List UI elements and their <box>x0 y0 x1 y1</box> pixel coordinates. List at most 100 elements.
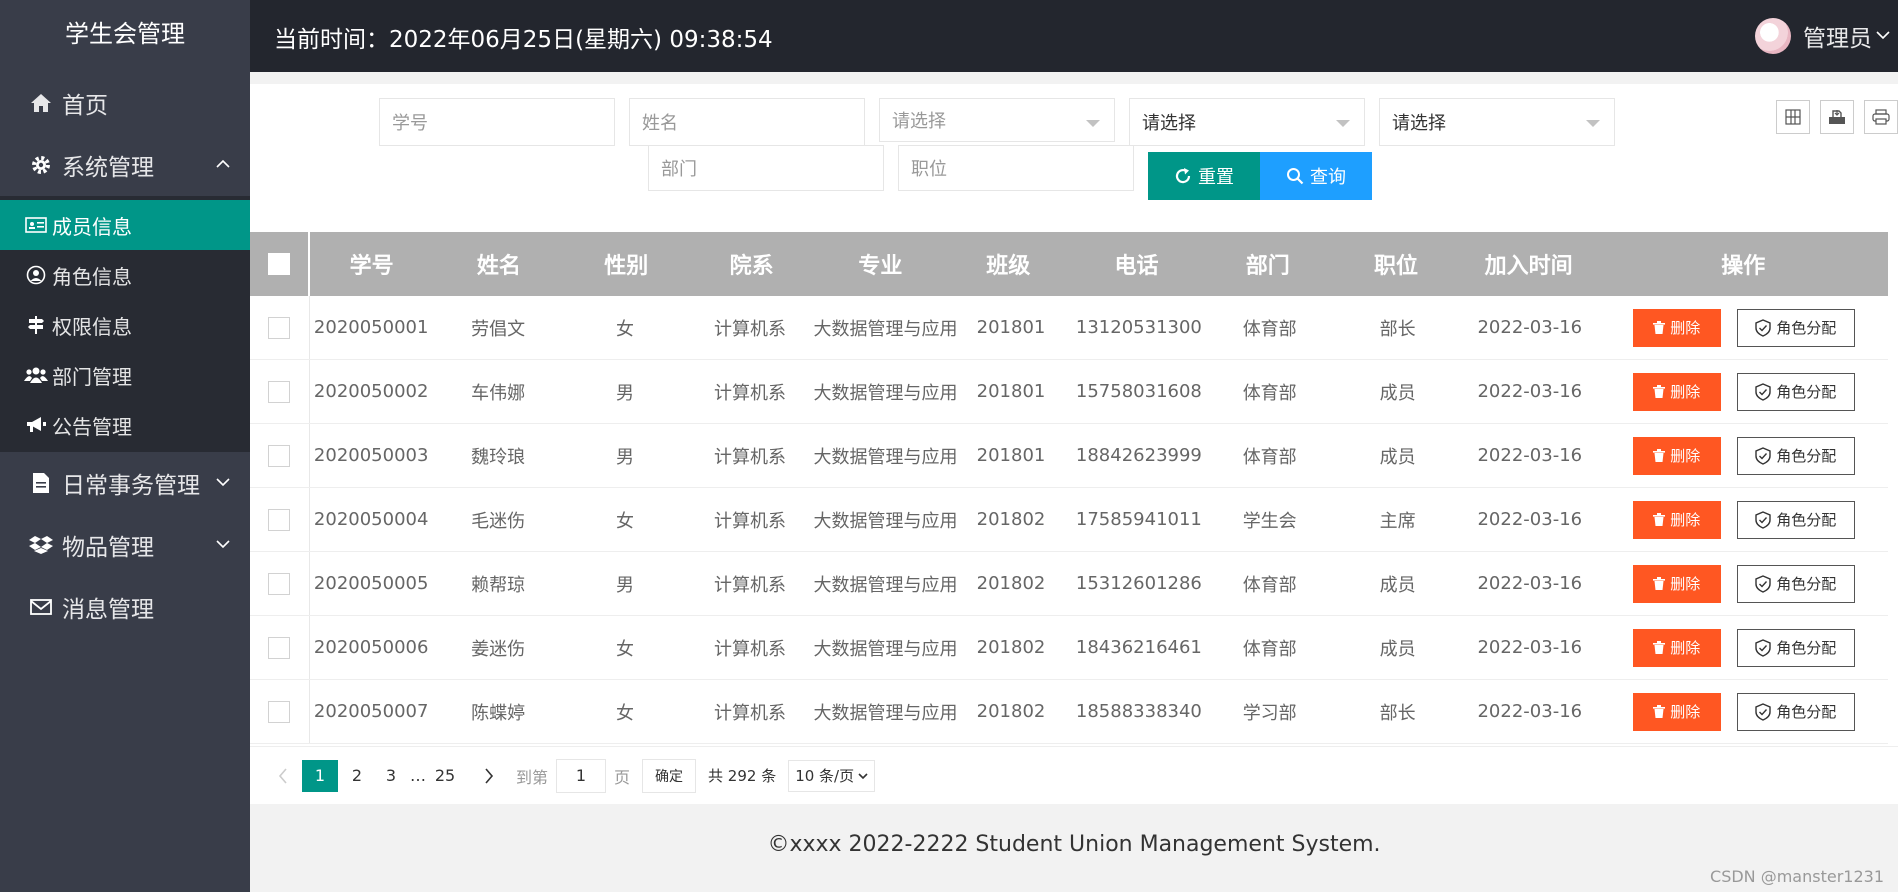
row-checkbox[interactable] <box>268 380 291 403</box>
header-faculty[interactable]: 院系 <box>688 248 815 280</box>
shield-check-icon <box>1755 702 1771 721</box>
header-student-id[interactable]: 学号 <box>310 248 433 280</box>
delete-button[interactable]: 删除 <box>1632 628 1721 667</box>
cell-phone: 17585941011 <box>1075 509 1202 530</box>
print-icon[interactable] <box>1864 100 1898 134</box>
header-major[interactable]: 专业 <box>815 248 945 280</box>
export-icon[interactable] <box>1820 100 1854 134</box>
per-page-select[interactable]: 10 条/页 <box>788 759 876 792</box>
row-checkbox[interactable] <box>268 572 291 595</box>
sidebar-item-roles[interactable]: 角色信息 <box>0 250 250 300</box>
page-3[interactable]: 3 <box>376 760 406 792</box>
sidebar-label-members: 成员信息 <box>52 214 132 239</box>
student-id-input[interactable]: 学号 <box>379 98 615 146</box>
nav-label-items: 物品管理 <box>62 535 154 561</box>
nav-label-messages: 消息管理 <box>62 597 154 623</box>
total-count: 共 292 条 <box>708 767 777 785</box>
nav-item-system[interactable]: 系统管理 <box>0 134 250 196</box>
delete-button[interactable]: 删除 <box>1632 436 1721 475</box>
page-1[interactable]: 1 <box>302 759 338 792</box>
sidebar-label-announcements: 公告管理 <box>52 414 132 439</box>
assign-role-button[interactable]: 角色分配 <box>1736 564 1855 603</box>
goto-confirm-button[interactable]: 确定 <box>642 758 697 793</box>
assign-role-button[interactable]: 角色分配 <box>1736 372 1855 411</box>
assign-role-button[interactable]: 角色分配 <box>1736 436 1855 475</box>
cell-faculty: 计算机系 <box>714 702 787 724</box>
goto-label: 到第 <box>516 767 549 787</box>
cell-join-date: 2022-03-16 <box>1477 637 1583 658</box>
shield-check-icon <box>1755 318 1771 337</box>
header-position[interactable]: 职位 <box>1333 248 1458 280</box>
row-checkbox[interactable] <box>268 444 291 467</box>
row-checkbox[interactable] <box>268 636 291 659</box>
nav-item-home[interactable]: 首页 <box>0 72 250 134</box>
header-name[interactable]: 姓名 <box>433 248 564 280</box>
delete-button[interactable]: 删除 <box>1632 308 1721 347</box>
header-class[interactable]: 班级 <box>946 248 1071 280</box>
delete-label: 删除 <box>1670 383 1701 401</box>
cell-student-id: 2020050001 <box>313 317 429 338</box>
header-join-date[interactable]: 加入时间 <box>1459 248 1599 280</box>
assign-role-button[interactable]: 角色分配 <box>1736 692 1855 731</box>
cell-name: 车伟娜 <box>471 382 526 404</box>
chevron-right-icon[interactable] <box>474 760 504 792</box>
header-phone[interactable]: 电话 <box>1071 248 1202 280</box>
columns-filter-icon[interactable] <box>1776 100 1810 134</box>
cell-phone: 18436216461 <box>1075 637 1202 658</box>
goto-page-input[interactable]: 1 <box>556 758 607 793</box>
delete-button[interactable]: 删除 <box>1632 500 1721 539</box>
table-row: 2020050002 车伟娜 男 计算机系 大数据管理与应用 201801 15758031… <box>250 360 1888 424</box>
select-all-checkbox[interactable] <box>267 253 290 275</box>
position-input[interactable]: 职位 <box>898 145 1134 191</box>
page-2[interactable]: 2 <box>342 760 372 792</box>
cell-position: 成员 <box>1379 382 1416 404</box>
gear-icon <box>28 152 54 178</box>
sidebar-item-announcements[interactable]: 公告管理 <box>0 400 250 450</box>
cell-major: 大数据管理与应用 <box>813 510 958 532</box>
cell-gender: 男 <box>616 382 635 404</box>
trash-icon <box>1653 513 1666 526</box>
header-department[interactable]: 部门 <box>1202 248 1333 280</box>
cell-department: 体育部 <box>1242 446 1297 468</box>
cell-gender: 女 <box>616 702 635 724</box>
user-menu[interactable]: 管理员 <box>1755 18 1890 54</box>
delete-button[interactable]: 删除 <box>1632 564 1721 603</box>
sidebar-item-permissions[interactable]: 权限信息 <box>0 300 250 350</box>
sidebar-item-departments[interactable]: 部门管理 <box>0 350 250 400</box>
cell-position: 成员 <box>1379 446 1416 468</box>
trash-icon <box>1653 321 1666 334</box>
row-checkbox[interactable] <box>268 700 291 723</box>
select-filter-1[interactable]: 请选择 <box>879 98 1115 142</box>
row-actions: 删除 角色分配 <box>1600 500 1888 539</box>
sidebar: 学生会管理 首页 系统管理 成员信息 角色信息 权限信息 部门管理 公告管理 日… <box>0 0 250 892</box>
chevron-left-icon[interactable] <box>268 760 298 792</box>
trash-icon <box>1653 577 1666 590</box>
assign-role-button[interactable]: 角色分配 <box>1736 628 1855 667</box>
delete-button[interactable]: 删除 <box>1632 372 1721 411</box>
nav-item-items[interactable]: 物品管理 <box>0 514 250 576</box>
row-checkbox[interactable] <box>268 508 291 531</box>
cell-class: 201802 <box>976 701 1046 722</box>
header-gender[interactable]: 性别 <box>565 248 688 280</box>
sidebar-item-members[interactable]: 成员信息 <box>0 200 250 250</box>
assign-role-button[interactable]: 角色分配 <box>1736 308 1855 347</box>
nav-item-daily-affairs[interactable]: 日常事务管理 <box>0 452 250 514</box>
department-input[interactable]: 部门 <box>648 145 884 191</box>
assign-role-label: 角色分配 <box>1776 319 1837 337</box>
row-checkbox[interactable] <box>268 316 291 339</box>
delete-button[interactable]: 删除 <box>1632 692 1721 731</box>
select-filter-3[interactable]: 请选择 <box>1379 98 1615 146</box>
reset-button[interactable]: 重置 <box>1148 152 1260 200</box>
page-25[interactable]: 25 <box>430 760 460 792</box>
delete-label: 删除 <box>1670 511 1701 529</box>
cell-name: 毛迷伤 <box>471 510 526 532</box>
assign-role-button[interactable]: 角色分配 <box>1736 500 1855 539</box>
bullhorn-icon <box>24 416 48 434</box>
shield-check-icon <box>1755 510 1771 529</box>
cell-class: 201802 <box>976 573 1046 594</box>
nav-item-messages[interactable]: 消息管理 <box>0 576 250 638</box>
cell-student-id: 2020050005 <box>313 573 429 594</box>
name-input[interactable]: 姓名 <box>629 98 865 146</box>
select-filter-2[interactable]: 请选择 <box>1129 98 1365 146</box>
query-button[interactable]: 查询 <box>1260 152 1372 200</box>
